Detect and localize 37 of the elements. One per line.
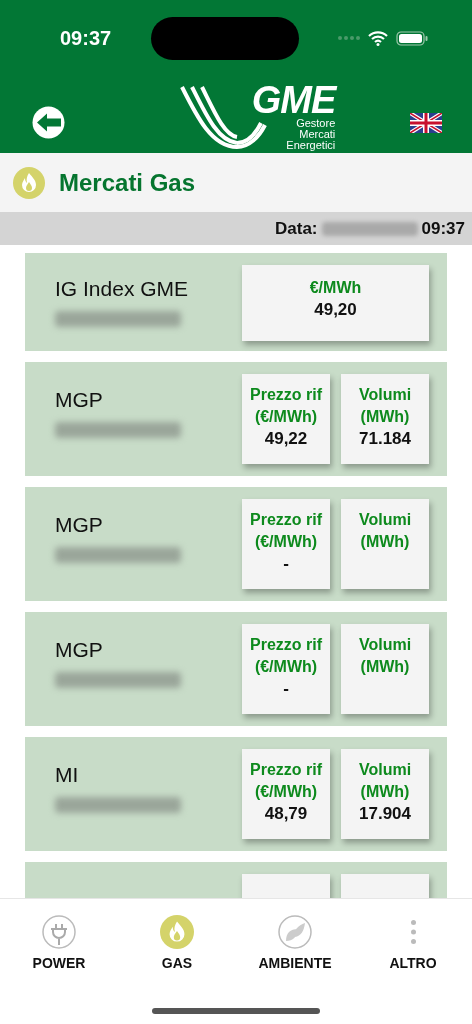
market-name: MGP bbox=[55, 513, 104, 537]
market-name: IG Index GME bbox=[55, 277, 189, 301]
logo-tagline: Mercati bbox=[299, 129, 336, 140]
tile-value: 71.184 bbox=[359, 428, 411, 450]
logo-tagline: Energetici bbox=[286, 140, 336, 151]
tile-value: - bbox=[283, 553, 289, 575]
logo-tagline: Gestore bbox=[296, 118, 336, 129]
tile-label: Prezzo rif (€/MWh) bbox=[249, 635, 323, 677]
tile-value: 48,79 bbox=[264, 803, 308, 825]
battery-icon bbox=[396, 30, 428, 46]
tab[interactable]: ALTRO bbox=[363, 915, 463, 1024]
tile-label: Prezzo rif (€/MWh) bbox=[249, 385, 323, 427]
tile-label: €/MWh bbox=[309, 278, 362, 298]
tile-value: - bbox=[283, 678, 289, 700]
signal-icon bbox=[338, 36, 360, 40]
tile-label: Volumi (MWh) bbox=[357, 635, 413, 677]
market-name: MGP bbox=[55, 388, 104, 412]
flame-icon bbox=[13, 166, 45, 199]
logo-wordmark: GME bbox=[251, 82, 336, 118]
tile-label: Volumi (MWh) bbox=[357, 760, 413, 802]
back-icon[interactable] bbox=[32, 106, 65, 139]
wifi-icon bbox=[368, 30, 388, 46]
tile-value: 49,22 bbox=[264, 428, 308, 450]
tile-label: Prezzo rif (€/MWh) bbox=[249, 760, 323, 802]
tile-value: 49,20 bbox=[314, 299, 357, 321]
tile-label: Volumi (MWh) bbox=[357, 510, 413, 552]
flag-icon[interactable] bbox=[410, 113, 442, 133]
tile-value: 17.904 bbox=[359, 803, 411, 825]
tile-label: Volumi (MWh) bbox=[357, 385, 413, 427]
date-label: Data: bbox=[275, 218, 318, 239]
market-name: MGP bbox=[55, 638, 104, 662]
page-title: Mercati Gas bbox=[59, 168, 196, 197]
market-name: MI bbox=[55, 763, 80, 787]
tab[interactable]: POWER bbox=[9, 915, 109, 1024]
tile-label: Prezzo rif (€/MWh) bbox=[249, 510, 323, 552]
date-time: 09:37 bbox=[421, 218, 465, 239]
status-time: 09:37 bbox=[60, 26, 112, 50]
